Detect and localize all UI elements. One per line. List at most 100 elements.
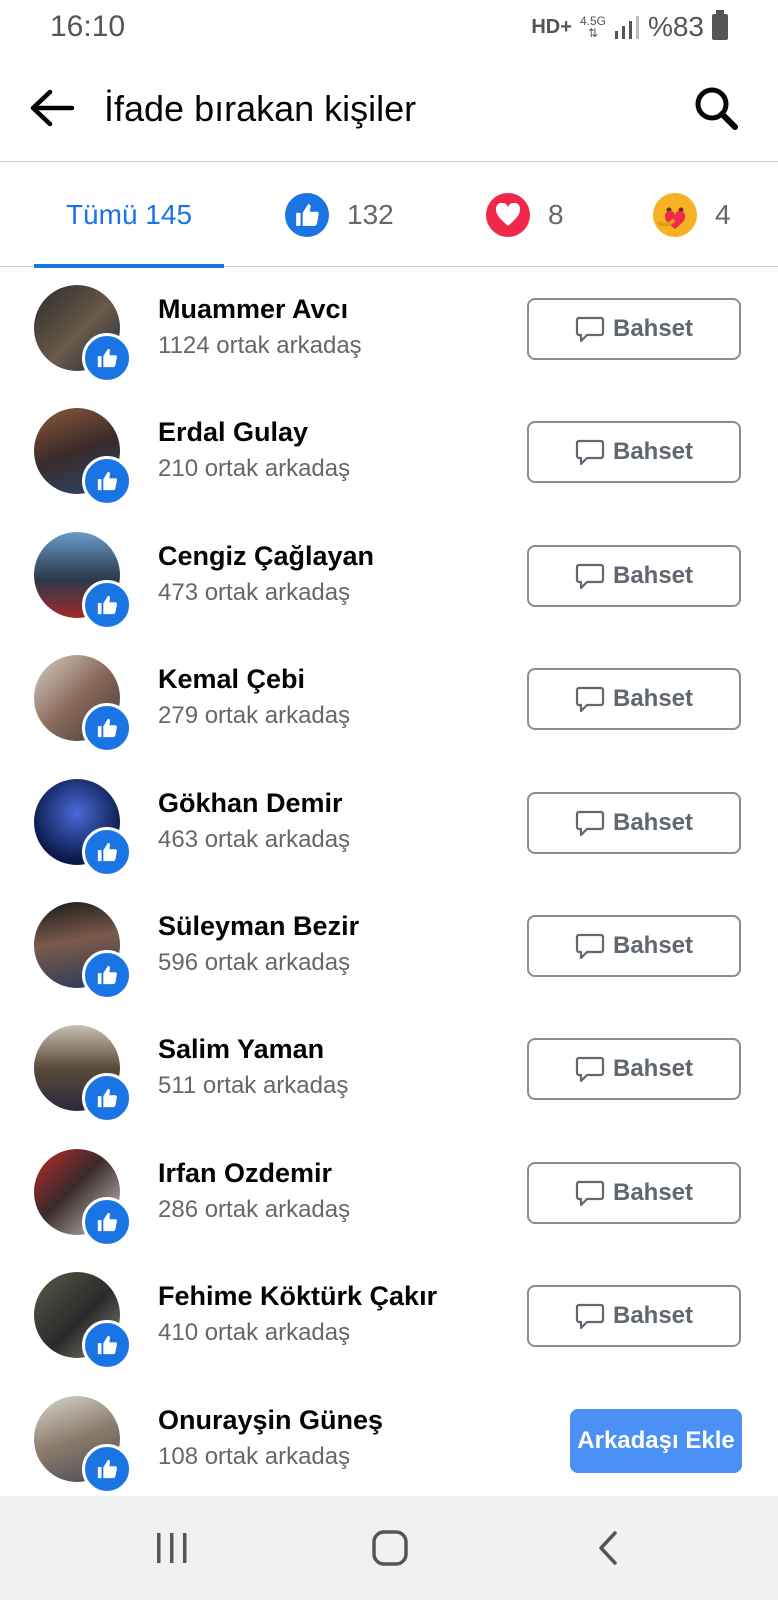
person-name[interactable]: Muammer Avcı [158, 294, 348, 325]
mention-button[interactable]: Bahset [527, 1285, 741, 1348]
list-item[interactable]: Muammer Avcı 1124 ortak arkadaş Bahset [0, 268, 778, 391]
mention-button[interactable]: Bahset [527, 1038, 741, 1101]
avatar[interactable] [34, 1025, 132, 1124]
app-header: İfade bırakan kişiler [0, 54, 778, 162]
mutual-friends: 279 ortak arkadaş [158, 702, 351, 730]
list-item[interactable]: Cengiz Çağlayan 473 ortak arkadaş Bahset [0, 515, 778, 638]
avatar[interactable] [34, 285, 132, 383]
avatar[interactable] [34, 778, 132, 877]
mutual-friends: 596 ortak arkadaş [158, 948, 351, 976]
person-name[interactable]: Süleyman Bezir [158, 911, 359, 942]
love-count: 8 [548, 199, 564, 230]
avatar[interactable] [34, 531, 132, 630]
like-badge-icon [82, 1443, 132, 1494]
avatar[interactable] [34, 1148, 132, 1247]
care-reaction-icon [653, 193, 697, 237]
tab-like[interactable]: 132 [285, 163, 394, 267]
like-badge-icon [82, 1320, 132, 1371]
signal-icon [614, 16, 639, 39]
mention-label: Bahset [612, 1055, 694, 1083]
list-item[interactable]: Kemal Çebi 279 ortak arkadaş Bahset [0, 638, 778, 761]
person-name[interactable]: Erdal Gulay [158, 417, 308, 448]
mutual-friends: 286 ortak arkadaş [158, 1195, 351, 1223]
like-badge-icon [82, 333, 132, 383]
status-bar: 16:10 HD+ 4.5G ⇅ %83 [0, 0, 778, 54]
mention-button[interactable]: Bahset [527, 421, 741, 484]
tab-care[interactable]: 4 [653, 163, 731, 267]
home-button[interactable] [360, 1526, 420, 1570]
mention-button[interactable]: Bahset [527, 791, 741, 854]
back-button[interactable] [26, 84, 78, 132]
tab-all-label: Tümü 145 [65, 199, 193, 230]
search-button[interactable] [690, 82, 742, 134]
chevron-left-icon [599, 1531, 617, 1565]
system-back-button[interactable] [578, 1526, 638, 1570]
list-item[interactable]: Süleyman Bezir 596 ortak arkadaş Bahset [0, 885, 778, 1008]
message-bubble-icon [575, 687, 605, 713]
network-label: HD+ [531, 15, 572, 38]
mention-button[interactable]: Bahset [527, 544, 741, 607]
list-item[interactable]: Erdal Gulay 210 ortak arkadaş Bahset [0, 391, 778, 514]
like-badge-icon [82, 826, 132, 877]
mutual-friends: 463 ortak arkadaş [158, 825, 351, 853]
avatar[interactable] [34, 1395, 132, 1494]
mutual-friends: 511 ortak arkadaş [158, 1072, 349, 1100]
avatar[interactable] [34, 901, 132, 1000]
tab-all[interactable]: Tümü 145 [34, 163, 224, 268]
recent-apps-button[interactable] [142, 1526, 202, 1570]
person-name[interactable]: Kemal Çebi [158, 664, 305, 695]
avatar[interactable] [34, 408, 132, 507]
list-item[interactable]: Fehime Köktürk Çakır 410 ortak arkadaş B… [0, 1255, 778, 1378]
people-list: Muammer Avcı 1124 ortak arkadaş Bahset E… [0, 268, 778, 1502]
mention-button[interactable]: Bahset [527, 668, 741, 731]
mutual-friends: 108 ortak arkadaş [158, 1442, 351, 1470]
message-bubble-icon [575, 316, 605, 343]
person-name[interactable]: Irfan Ozdemir [158, 1158, 332, 1189]
add-friend-button[interactable]: Arkadaşı Ekle [570, 1408, 742, 1473]
like-badge-icon [82, 579, 132, 630]
person-name[interactable]: Cengiz Çağlayan [158, 541, 374, 572]
system-nav-bar [0, 1496, 778, 1600]
message-bubble-icon [575, 563, 605, 589]
mention-label: Bahset [612, 438, 694, 466]
message-bubble-icon [575, 1304, 605, 1330]
mention-label: Bahset [612, 931, 694, 959]
page-title: İfade bırakan kişiler [104, 88, 417, 129]
mention-button[interactable]: Bahset [527, 914, 741, 977]
person-name[interactable]: Salim Yaman [158, 1034, 324, 1065]
person-name[interactable]: Fehime Köktürk Çakır [158, 1281, 437, 1312]
like-badge-icon [82, 1196, 132, 1247]
avatar[interactable] [34, 655, 132, 754]
network-type: 4.5G ⇅ [580, 15, 606, 39]
love-reaction-icon [486, 193, 530, 237]
like-badge-icon [82, 1073, 132, 1124]
battery-icon [712, 10, 728, 40]
tab-love[interactable]: 8 [486, 163, 564, 267]
mention-label: Bahset [612, 561, 694, 589]
like-badge-icon [82, 703, 132, 754]
avatar[interactable] [34, 1272, 132, 1371]
person-name[interactable]: Onurayşin Güneş [158, 1405, 383, 1436]
list-item[interactable]: Salim Yaman 511 ortak arkadaş Bahset [0, 1008, 778, 1131]
like-count: 132 [347, 199, 394, 230]
message-bubble-icon [575, 1180, 605, 1206]
list-item[interactable]: Irfan Ozdemir 286 ortak arkadaş Bahset [0, 1132, 778, 1255]
mutual-friends: 410 ortak arkadaş [158, 1319, 351, 1347]
person-name[interactable]: Gökhan Demir [158, 788, 343, 819]
mention-label: Bahset [612, 1302, 694, 1330]
mutual-friends: 210 ortak arkadaş [158, 455, 351, 483]
mutual-friends: 1124 ortak arkadaş [158, 332, 362, 359]
battery-percent: %83 [647, 11, 704, 42]
message-bubble-icon [575, 440, 605, 466]
list-item[interactable]: Gökhan Demir 463 ortak arkadaş Bahset [0, 762, 778, 885]
like-badge-icon [82, 456, 132, 507]
list-item[interactable]: Onurayşin Güneş 108 ortak arkadaş Arkada… [0, 1379, 778, 1502]
message-bubble-icon [575, 1057, 605, 1083]
like-badge-icon [82, 949, 132, 1000]
message-bubble-icon [575, 933, 605, 960]
mention-button[interactable]: Bahset [527, 298, 741, 360]
status-icons: HD+ 4.5G ⇅ %83 [531, 10, 728, 43]
mention-button[interactable]: Bahset [527, 1161, 741, 1224]
mention-label: Bahset [612, 315, 694, 342]
search-icon [695, 87, 738, 130]
